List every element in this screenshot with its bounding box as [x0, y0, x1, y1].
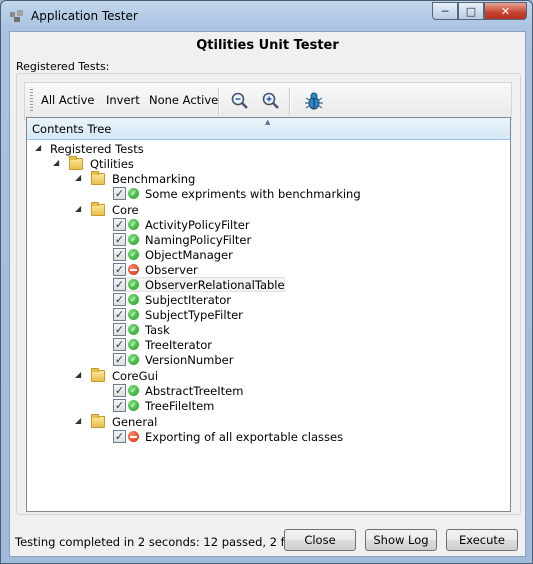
- registered-tests-label: Registered Tests:: [16, 60, 110, 73]
- status-text: Testing completed in 2 seconds: 12 passe…: [15, 535, 317, 549]
- invert-button[interactable]: Invert: [106, 93, 140, 107]
- passed-icon: ✓: [128, 234, 139, 245]
- show-log-button[interactable]: Show Log: [365, 529, 437, 551]
- tree-item-label: Registered Tests: [50, 142, 144, 156]
- toolbar-separator: [289, 88, 291, 114]
- test-checkbox[interactable]: ✓: [113, 233, 126, 246]
- test-checkbox[interactable]: ✓: [113, 430, 126, 443]
- dialog-client-area: Qtilities Unit Tester Registered Tests: …: [9, 31, 526, 557]
- test-item-label: AbstractTreeItem: [145, 384, 244, 398]
- close-icon: ✕: [500, 4, 511, 18]
- passed-icon: ✓: [128, 354, 139, 365]
- test-checkbox[interactable]: ✓: [113, 338, 126, 351]
- column-header-label: Contents Tree: [32, 122, 112, 136]
- test-item-label: SubjectTypeFilter: [145, 308, 243, 322]
- collapse-arrow-icon: ◢: [75, 416, 82, 425]
- passed-icon: ✓: [128, 385, 139, 396]
- tree-group-label: Core: [112, 203, 139, 217]
- toolbar-grip[interactable]: [30, 89, 33, 113]
- minimize-button[interactable]: ─: [432, 2, 458, 20]
- zoom-out-icon[interactable]: [229, 90, 251, 112]
- folder-icon: [91, 414, 105, 428]
- minimize-icon: ─: [441, 4, 449, 18]
- application-window: Application Tester ─ □ ✕ Qtilities Unit …: [0, 0, 533, 564]
- sort-up-icon: ▲: [265, 118, 271, 126]
- passed-icon: ✓: [128, 339, 139, 350]
- tree-group-label: CoreGui: [112, 369, 159, 383]
- none-active-button[interactable]: None Active: [149, 93, 218, 107]
- test-checkbox[interactable]: ✓: [113, 263, 126, 276]
- passed-icon: ✓: [128, 188, 139, 199]
- bug-icon[interactable]: [303, 90, 325, 112]
- test-item-label: ObserverRelationalTable: [145, 278, 285, 292]
- window-title: Application Tester: [31, 9, 138, 23]
- tree-group-label: Benchmarking: [112, 172, 196, 186]
- passed-icon: ✓: [128, 324, 139, 335]
- maximize-icon: □: [465, 4, 477, 18]
- test-item-label: VersionNumber: [145, 353, 234, 367]
- collapse-arrow-icon: ◢: [75, 370, 82, 379]
- test-item-label: ActivityPolicyFilter: [145, 218, 250, 232]
- folder-icon: [91, 202, 105, 216]
- test-checkbox[interactable]: ✓: [113, 278, 126, 291]
- title-bar[interactable]: Application Tester ─ □ ✕: [1, 1, 532, 31]
- zoom-in-icon[interactable]: [260, 90, 282, 112]
- test-item-label: ObjectManager: [145, 248, 233, 262]
- passed-icon: ✓: [128, 309, 139, 320]
- tree-group-label: General: [112, 415, 158, 429]
- test-item-label: TreeFileItem: [145, 399, 215, 413]
- page-title: Qtilities Unit Tester: [196, 38, 339, 53]
- test-checkbox[interactable]: ✓: [113, 399, 126, 412]
- collapse-arrow-icon: ◢: [75, 204, 82, 213]
- test-item-label: Observer: [145, 263, 198, 277]
- toolbar-separator: [218, 88, 220, 114]
- test-item-label: Task: [145, 323, 170, 337]
- test-checkbox[interactable]: ✓: [113, 353, 126, 366]
- toolbar: All Active Invert None Active: [24, 82, 512, 120]
- folder-icon: [91, 368, 105, 382]
- maximize-button[interactable]: □: [458, 2, 484, 20]
- folder-icon: [91, 171, 105, 185]
- test-item-label: SubjectIterator: [145, 293, 232, 307]
- execute-button[interactable]: Execute: [446, 529, 518, 551]
- passed-icon: ✓: [128, 400, 139, 411]
- test-item-label: Some expriments with benchmarking: [145, 187, 361, 201]
- collapse-arrow-icon: ◢: [35, 143, 42, 152]
- test-checkbox[interactable]: ✓: [113, 384, 126, 397]
- app-icon: [10, 10, 23, 22]
- passed-icon: ✓: [128, 219, 139, 230]
- test-item-label: NamingPolicyFilter: [145, 233, 252, 247]
- test-checkbox[interactable]: ✓: [113, 323, 126, 336]
- close-button[interactable]: Close: [284, 529, 356, 551]
- failed-icon: [128, 431, 139, 442]
- all-active-button[interactable]: All Active: [41, 93, 95, 107]
- test-checkbox[interactable]: ✓: [113, 218, 126, 231]
- test-checkbox[interactable]: ✓: [113, 308, 126, 321]
- folder-icon: [69, 156, 83, 170]
- tree-item-label: Qtilities: [90, 157, 134, 171]
- test-item-label: TreeIterator: [145, 338, 212, 352]
- test-item-label: Exporting of all exportable classes: [145, 430, 344, 444]
- passed-icon: ✓: [128, 249, 139, 260]
- collapse-arrow-icon: ◢: [53, 158, 60, 167]
- failed-icon: [128, 264, 139, 275]
- contents-tree[interactable]: Contents Tree ▲ ◢ Registered Tests ◢ Qti…: [26, 117, 511, 512]
- passed-icon: ✓: [128, 279, 139, 290]
- collapse-arrow-icon: ◢: [75, 173, 82, 182]
- passed-icon: ✓: [128, 294, 139, 305]
- close-window-button[interactable]: ✕: [484, 2, 527, 20]
- test-checkbox[interactable]: ✓: [113, 248, 126, 261]
- tree-column-header[interactable]: Contents Tree ▲: [27, 118, 510, 140]
- test-checkbox[interactable]: ✓: [113, 187, 126, 200]
- test-checkbox[interactable]: ✓: [113, 293, 126, 306]
